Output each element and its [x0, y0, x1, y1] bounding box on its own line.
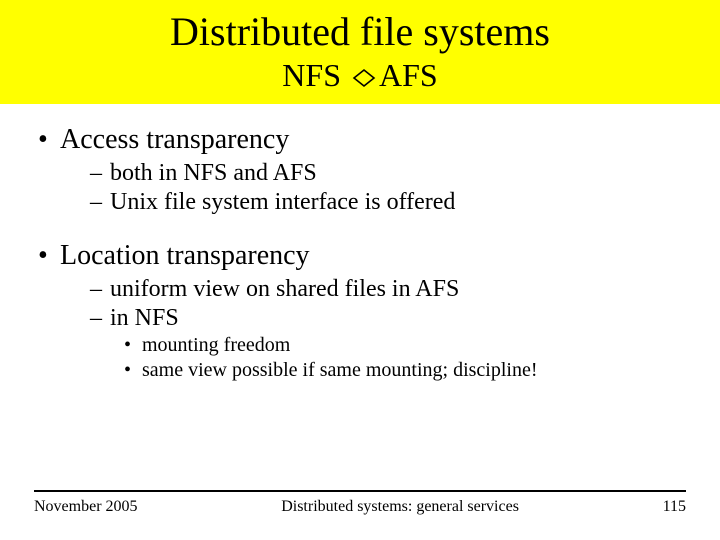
- sub-bullet: both in NFS and AFS: [90, 160, 686, 187]
- footer: November 2005 Distributed systems: gener…: [0, 490, 720, 516]
- slide-title: Distributed file systems: [0, 8, 720, 55]
- subsub-bullet: same view possible if same mounting; dis…: [124, 359, 686, 382]
- footer-row: November 2005 Distributed systems: gener…: [34, 498, 686, 516]
- sub-bullet: in NFS: [90, 305, 686, 332]
- sub-bullet: uniform view on shared files in AFS: [90, 276, 686, 303]
- footer-page-number: 115: [663, 498, 686, 516]
- bullet-location-transparency: Location transparency: [34, 240, 686, 272]
- sub-list: both in NFS and AFS Unix file system int…: [34, 160, 686, 216]
- subsub-bullet: mounting freedom: [124, 334, 686, 357]
- diamond-icon: [351, 59, 377, 96]
- footer-date: November 2005: [34, 498, 138, 516]
- footer-title: Distributed systems: general services: [281, 498, 519, 516]
- content-area: Access transparency both in NFS and AFS …: [0, 104, 720, 382]
- footer-rule: [34, 490, 686, 492]
- subsub-list: mounting freedom same view possible if s…: [34, 334, 686, 382]
- title-band: Distributed file systems NFS AFS: [0, 0, 720, 104]
- sub-bullet: Unix file system interface is offered: [90, 189, 686, 216]
- sub-list: uniform view on shared files in AFS in N…: [34, 276, 686, 332]
- bullet-access-transparency: Access transparency: [34, 124, 686, 156]
- slide-subtitle: NFS AFS: [0, 57, 720, 96]
- slide: Distributed file systems NFS AFS Access …: [0, 0, 720, 540]
- subtitle-right: AFS: [379, 57, 438, 93]
- subtitle-left: NFS: [282, 57, 349, 93]
